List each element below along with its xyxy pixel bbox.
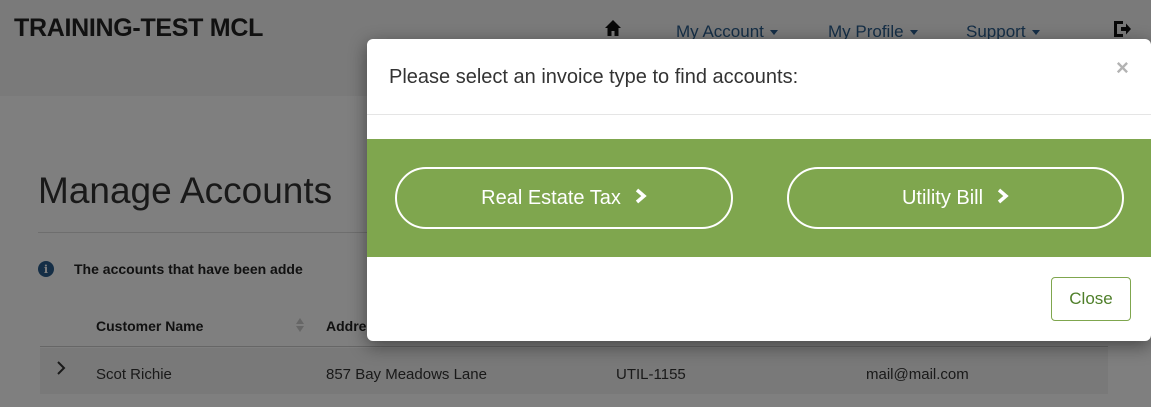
modal-footer: Close (367, 257, 1151, 341)
close-button[interactable]: Close (1051, 277, 1131, 321)
utility-bill-button[interactable]: Utility Bill (787, 167, 1124, 229)
modal-header: Please select an invoice type to find ac… (367, 39, 1151, 115)
close-icon[interactable]: × (1116, 55, 1129, 81)
invoice-type-modal: Please select an invoice type to find ac… (367, 39, 1151, 341)
invoice-options-band: Real Estate Tax Utility Bill (367, 139, 1151, 257)
chevron-right-icon (635, 187, 647, 210)
modal-title: Please select an invoice type to find ac… (389, 66, 799, 88)
chevron-right-icon (997, 187, 1009, 210)
real-estate-tax-button[interactable]: Real Estate Tax (395, 167, 733, 229)
real-estate-tax-label: Real Estate Tax (481, 186, 621, 209)
utility-bill-label: Utility Bill (901, 186, 984, 209)
